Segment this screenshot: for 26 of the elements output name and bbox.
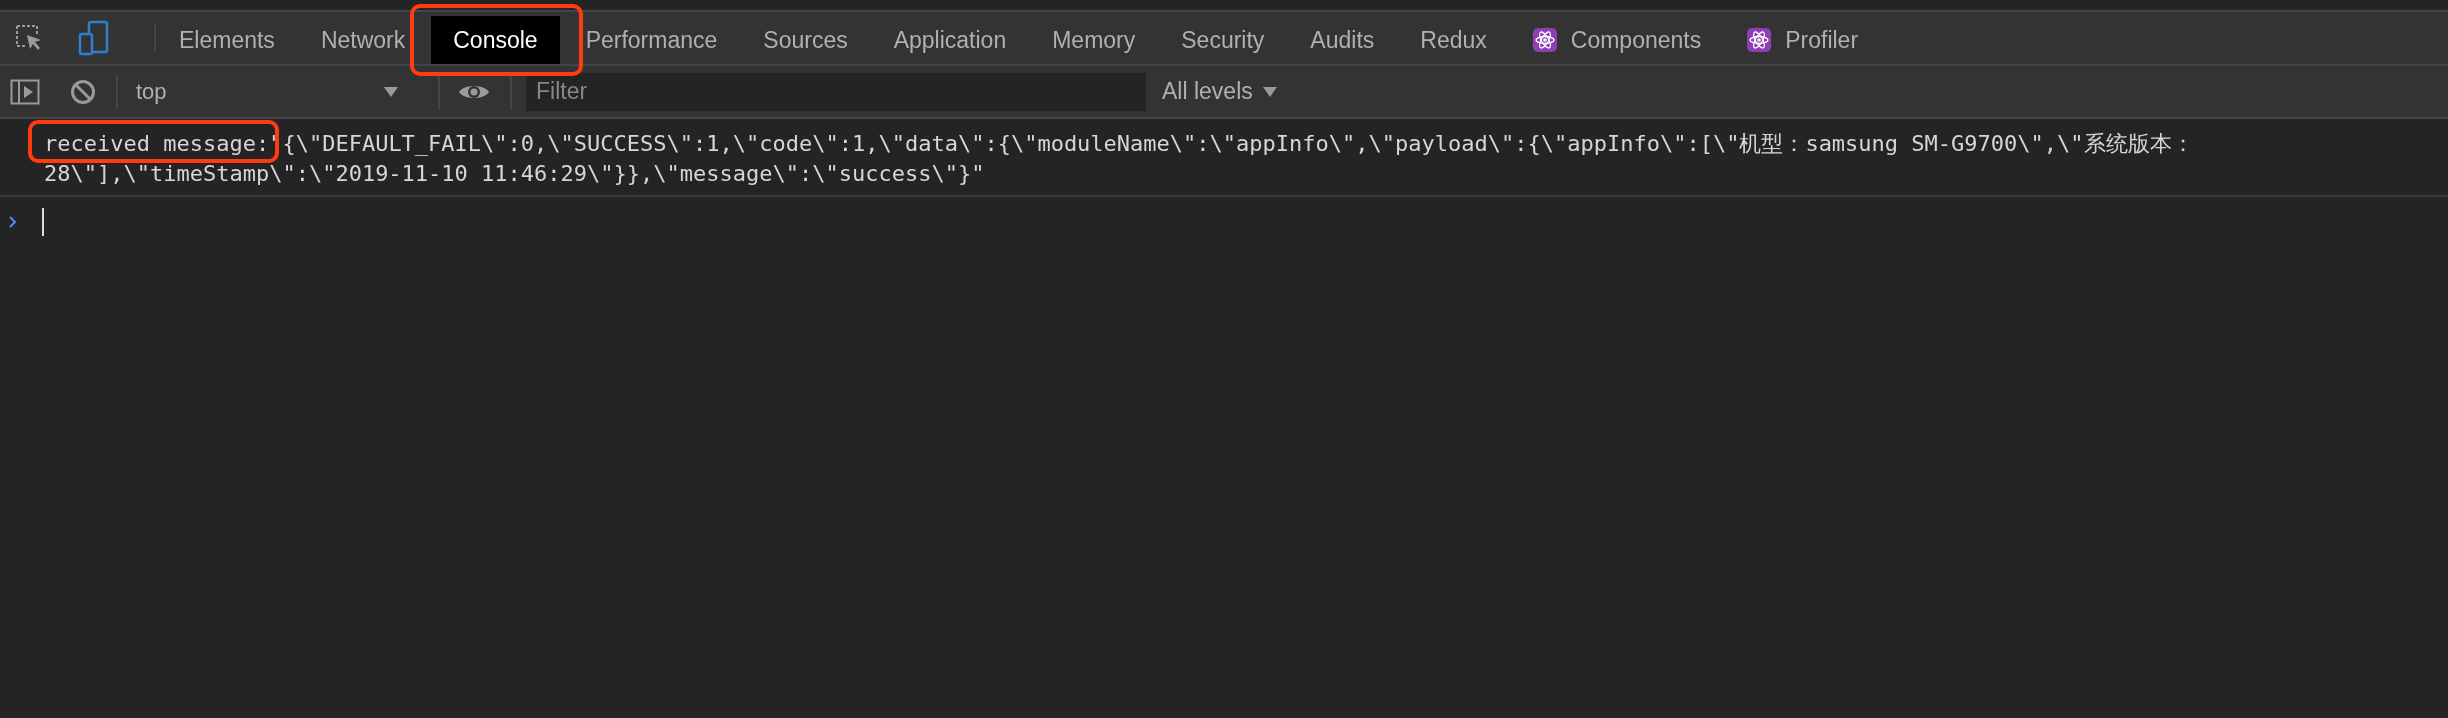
sidebar-toggle-icon[interactable] — [10, 78, 40, 105]
device-toolbar-icon[interactable] — [78, 20, 110, 56]
log-label: received message: — [44, 130, 270, 158]
context-select[interactable]: top — [136, 78, 418, 105]
panel-tab[interactable]: Memory — [1032, 16, 1156, 64]
atom-icon — [1747, 28, 1772, 52]
panel-tab[interactable]: Security — [1161, 16, 1285, 64]
caret-icon — [384, 85, 398, 98]
panel-tab[interactable]: Components — [1512, 16, 1722, 64]
panel-tab[interactable]: Sources — [743, 16, 868, 64]
atom-icon — [1532, 28, 1557, 52]
filter-field[interactable]: Filter — [526, 72, 1146, 111]
caret-icon — [1262, 85, 1277, 98]
panel-tab[interactable]: Console — [431, 16, 560, 64]
clear-icon[interactable] — [70, 78, 96, 105]
levels-dropdown[interactable]: All levels — [1162, 78, 1277, 105]
panel-tab[interactable]: Redux — [1400, 16, 1507, 64]
panel-tab[interactable]: Performance — [565, 16, 738, 64]
text-cursor — [42, 208, 44, 236]
panel-tab[interactable]: Profiler — [1727, 16, 1879, 64]
panel-tab[interactable]: Audits — [1290, 16, 1395, 64]
log-text: 28\"],\"timeStamp\":\"2019-11-10 11:46:29\"}},\"message\":\"success\"}" — [44, 160, 985, 188]
prompt-chevron-icon — [8, 215, 18, 229]
panel-tab[interactable]: Elements — [159, 16, 295, 64]
panel-tab[interactable]: Application — [873, 16, 1027, 64]
panel-tab[interactable]: Network — [300, 16, 426, 64]
